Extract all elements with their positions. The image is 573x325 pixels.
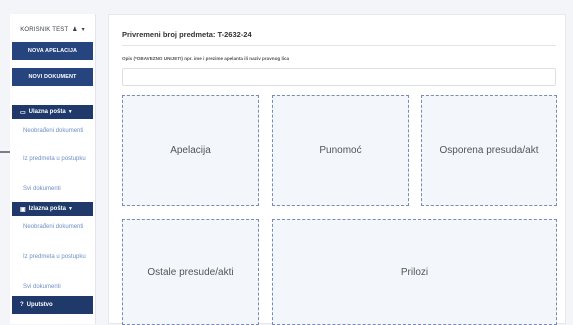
- user-name: KORISNIK TEST: [20, 27, 69, 33]
- inbox-all-link[interactable]: Svi dokumenti: [23, 184, 93, 194]
- new-appeal-button[interactable]: NOVA APELACIJA: [12, 42, 93, 60]
- help-button[interactable]: ? Uputstvo: [12, 296, 93, 314]
- new-document-label: NOVI DOKUMENT: [28, 74, 77, 80]
- caret-down-icon: ▼: [68, 206, 73, 212]
- caret-down-icon: ▾: [81, 27, 85, 33]
- upload-other-judgments-label: Ostale presude/akti: [147, 266, 234, 278]
- outbox-unprocessed-link[interactable]: Neobrađeni dokumenti: [23, 222, 93, 232]
- new-appeal-label: NOVA APELACIJA: [27, 48, 78, 54]
- inbox-unprocessed-link[interactable]: Neobrađeni dokumenti: [23, 126, 93, 136]
- title-divider: [122, 45, 556, 46]
- upload-other-judgments-dropzone[interactable]: Ostale presude/akti: [122, 219, 259, 325]
- upload-power-of-attorney-dropzone[interactable]: Punomoć: [272, 95, 409, 206]
- user-menu[interactable]: KORISNIK TEST ♟ ▾: [10, 26, 95, 33]
- caret-down-icon: ▼: [67, 109, 73, 115]
- description-input[interactable]: [122, 68, 556, 86]
- outbox-all-link[interactable]: Svi dokumenti: [23, 282, 93, 292]
- question-icon: ?: [20, 302, 24, 308]
- upload-contested-judgment-label: Osporena presuda/akt: [439, 145, 539, 156]
- main-panel: Privremeni broj predmeta: T-2632-24 Opis…: [108, 14, 566, 325]
- outbox-in-progress-link[interactable]: Iz predmeta u postupku: [23, 252, 93, 262]
- upload-appeal-dropzone[interactable]: Apelacija: [122, 95, 259, 206]
- upload-contested-judgment-dropzone[interactable]: Osporena presuda/akt: [421, 95, 557, 206]
- page-title: Privremeni broj predmeta: T-2632-24: [122, 30, 252, 39]
- outbox-icon: ▣: [20, 206, 26, 213]
- help-label: Uputstvo: [26, 302, 53, 308]
- inbox-in-progress-link[interactable]: Iz predmeta u postupku: [23, 154, 93, 164]
- sidebar: KORISNIK TEST ♟ ▾ NOVA APELACIJA NOVI DO…: [10, 14, 96, 324]
- upload-power-of-attorney-label: Punomoć: [319, 145, 362, 156]
- inbox-icon: ▭: [20, 109, 26, 116]
- new-document-button[interactable]: NOVI DOKUMENT: [12, 68, 93, 86]
- upload-attachments-label: Prilozi: [400, 266, 429, 278]
- outbox-label: Izlazna pošta: [28, 206, 67, 212]
- upload-appeal-label: Apelacija: [170, 145, 211, 156]
- description-label: Opis (*OBAVEZNO UNIJETI) npr. ime i prez…: [122, 56, 290, 61]
- outbox-dropdown[interactable]: ▣ Izlazna pošta ▼: [12, 202, 93, 216]
- user-icon: ♟: [72, 27, 78, 33]
- inbox-dropdown[interactable]: ▭ Ulazna pošta ▼: [12, 105, 93, 119]
- upload-attachments-dropzone[interactable]: Prilozi: [272, 219, 557, 325]
- inbox-label: Ulazna pošta: [28, 109, 66, 115]
